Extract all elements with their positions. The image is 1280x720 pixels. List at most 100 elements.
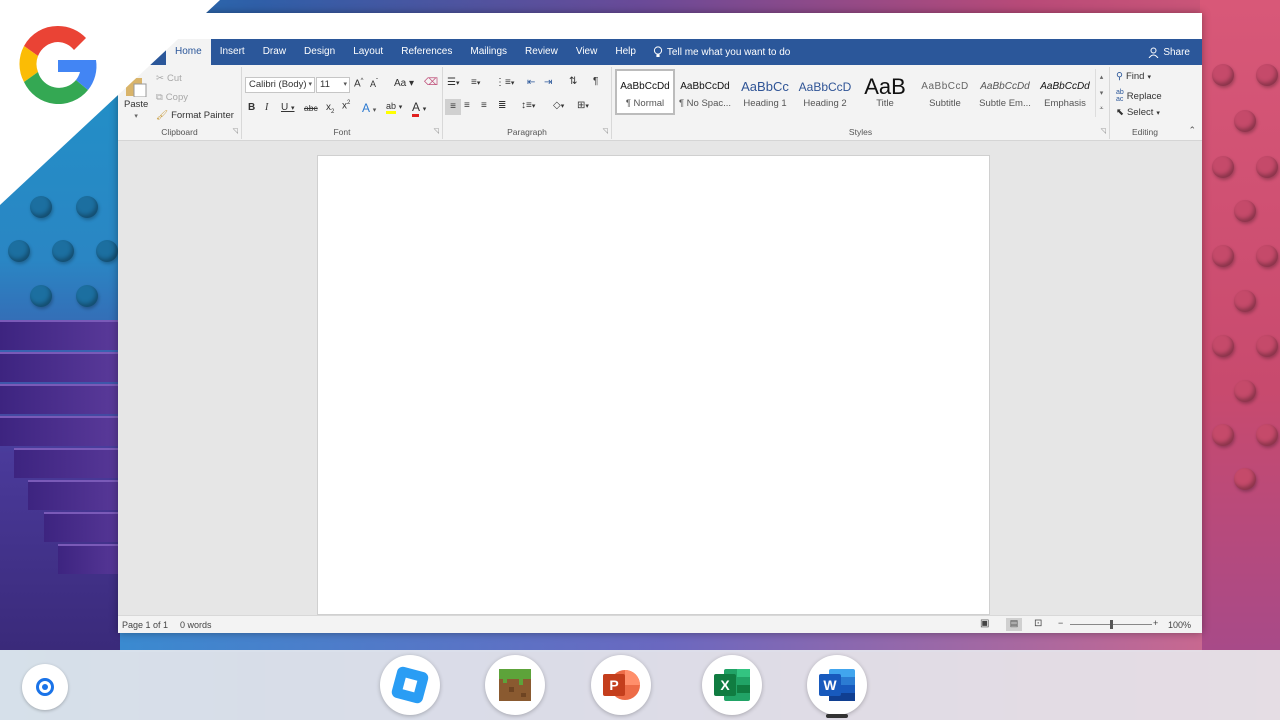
font-family-select[interactable]: Calibri (Body) ▾: [245, 77, 315, 93]
tab-layout[interactable]: Layout: [344, 39, 392, 65]
ribbon-tabs: Home Insert Draw Design Layout Reference…: [118, 39, 1202, 65]
style-subtitle[interactable]: AaBbCcD Subtitle: [915, 69, 975, 115]
multilevel-list-icon[interactable]: ⋮≡▾: [495, 77, 514, 88]
replace-button[interactable]: ab ac Replace: [1116, 89, 1162, 103]
justify-icon[interactable]: ≣: [498, 100, 506, 111]
pilcrow-icon[interactable]: ¶: [593, 76, 598, 87]
share-button[interactable]: Share: [1148, 39, 1190, 65]
svg-text:W: W: [823, 677, 837, 693]
tab-view[interactable]: View: [567, 39, 607, 65]
tell-me-text: Tell me what you want to do: [666, 46, 791, 58]
roblox-icon: [391, 666, 429, 704]
google-logo-icon: [19, 25, 97, 105]
svg-text:P: P: [609, 677, 618, 693]
select-button[interactable]: ⬉ Select ▾: [1116, 107, 1160, 118]
style-heading-2[interactable]: AaBbCcD Heading 2: [795, 69, 855, 115]
print-layout-icon[interactable]: ▤: [1006, 618, 1022, 631]
paragraph-launcher-icon[interactable]: ◹: [603, 127, 608, 135]
align-left-icon[interactable]: ≡: [445, 99, 461, 115]
strikethrough-icon[interactable]: abc: [304, 103, 318, 113]
underline-icon[interactable]: U ▾: [281, 102, 295, 113]
tab-draw[interactable]: Draw: [254, 39, 295, 65]
font-launcher-icon[interactable]: ◹: [434, 127, 439, 135]
paragraph-label: Paragraph: [507, 127, 547, 137]
style-name: Subtitle: [929, 97, 961, 109]
style-preview: AaBbCcDd: [980, 80, 1030, 92]
launcher-button[interactable]: [22, 664, 68, 710]
superscript-icon[interactable]: x2: [342, 100, 350, 111]
tab-references[interactable]: References: [392, 39, 461, 65]
launcher-icon: [36, 678, 54, 696]
chevron-up-icon[interactable]: ▴: [1100, 73, 1104, 81]
wallpaper-glow: [120, 632, 1202, 652]
bold-icon[interactable]: B: [248, 102, 255, 113]
chevron-down-icon[interactable]: ▾: [1100, 89, 1104, 97]
page-count[interactable]: Page 1 of 1: [122, 620, 168, 630]
style-preview: AaB: [864, 75, 906, 98]
style-subtle-emphasis[interactable]: AaBbCcDd Subtle Em...: [975, 69, 1035, 115]
bullets-icon[interactable]: ☰▾: [447, 77, 459, 88]
style-no-spacing[interactable]: AaBbCcDd ¶ No Spac...: [675, 69, 735, 115]
line-spacing-icon[interactable]: ↕≡▾: [521, 100, 535, 111]
zoom-in-button[interactable]: +: [1153, 618, 1158, 628]
wallpaper-right: [1200, 0, 1280, 650]
italic-icon[interactable]: I: [265, 102, 268, 113]
tab-design[interactable]: Design: [295, 39, 344, 65]
word-count[interactable]: 0 words: [180, 620, 212, 630]
align-right-icon[interactable]: ≡: [481, 100, 487, 111]
style-preview: AaBbCcD: [921, 80, 969, 92]
excel-app[interactable]: X: [702, 655, 762, 715]
subscript-icon[interactable]: x2: [326, 102, 334, 115]
borders-icon[interactable]: ⊞▾: [577, 100, 589, 111]
editing-label: Editing: [1132, 127, 1158, 137]
tab-help[interactable]: Help: [606, 39, 645, 65]
sort-icon[interactable]: ⇅: [569, 76, 577, 87]
style-normal[interactable]: AaBbCcDd ¶ Normal: [615, 69, 675, 115]
shading-icon[interactable]: ◇▾: [553, 100, 564, 111]
tab-mailings[interactable]: Mailings: [461, 39, 516, 65]
style-emphasis[interactable]: AaBbCcDd Emphasis: [1035, 69, 1095, 115]
powerpoint-app[interactable]: P: [591, 655, 651, 715]
increase-indent-icon[interactable]: ⇥: [544, 77, 552, 88]
style-preview: AaBbCcDd: [680, 80, 730, 92]
style-preview: AaBbCcD: [798, 79, 852, 94]
shrink-font-icon[interactable]: Aˇ: [370, 79, 378, 89]
find-button[interactable]: ⚲ Find ▾: [1116, 71, 1151, 82]
grow-font-icon[interactable]: A^: [354, 78, 364, 89]
minecraft-app[interactable]: [485, 655, 545, 715]
highlight-icon[interactable]: ab ▾: [386, 101, 402, 114]
style-title[interactable]: AaB Title: [855, 69, 915, 115]
styles-gallery: AaBbCcDd ¶ Normal AaBbCcDd ¶ No Spac... …: [615, 69, 1095, 117]
numbering-icon[interactable]: ≡▾: [471, 77, 480, 88]
clear-formatting-icon[interactable]: ⌫: [424, 77, 438, 88]
align-center-icon[interactable]: ≡: [464, 100, 470, 111]
excel-icon: X: [714, 669, 750, 701]
read-mode-icon[interactable]: ▣: [980, 618, 989, 629]
zoom-out-button[interactable]: −: [1058, 618, 1063, 628]
more-styles-icon[interactable]: ⩡: [1100, 105, 1104, 113]
tell-me-search[interactable]: Tell me what you want to do: [653, 46, 790, 58]
style-heading-1[interactable]: AaBbCc Heading 1: [735, 69, 795, 115]
styles-launcher-icon[interactable]: ◹: [1101, 127, 1106, 135]
font-size-select[interactable]: 11 ▾: [316, 77, 350, 93]
ribbon-home: Paste ▾ ✂ Cut ⧉ Copy 🖌 Format Painter Cl…: [118, 65, 1202, 141]
roblox-app[interactable]: [380, 655, 440, 715]
svg-text:X: X: [720, 677, 730, 693]
clipboard-launcher-icon[interactable]: ◹: [233, 127, 238, 135]
styles-gallery-scroll[interactable]: ▴ ▾ ⩡: [1095, 69, 1107, 117]
word-app[interactable]: W: [807, 655, 867, 715]
styles-label: Styles: [848, 127, 873, 137]
decrease-indent-icon[interactable]: ⇤: [527, 77, 535, 88]
zoom-level[interactable]: 100%: [1168, 620, 1191, 630]
word-icon: W: [819, 669, 855, 701]
web-layout-icon[interactable]: ⊡: [1034, 618, 1042, 629]
change-case-button[interactable]: Aa ▾: [394, 78, 414, 89]
replace-label: Replace: [1126, 90, 1162, 102]
collapse-ribbon-icon[interactable]: ⌃: [1188, 125, 1196, 136]
font-color-icon[interactable]: A ▾: [412, 100, 426, 117]
style-preview: AaBbCcDd: [620, 80, 670, 92]
zoom-slider-thumb[interactable]: [1110, 620, 1113, 629]
document-page[interactable]: [317, 155, 990, 615]
tab-review[interactable]: Review: [516, 39, 567, 65]
text-effects-icon[interactable]: A ▾: [362, 101, 376, 115]
